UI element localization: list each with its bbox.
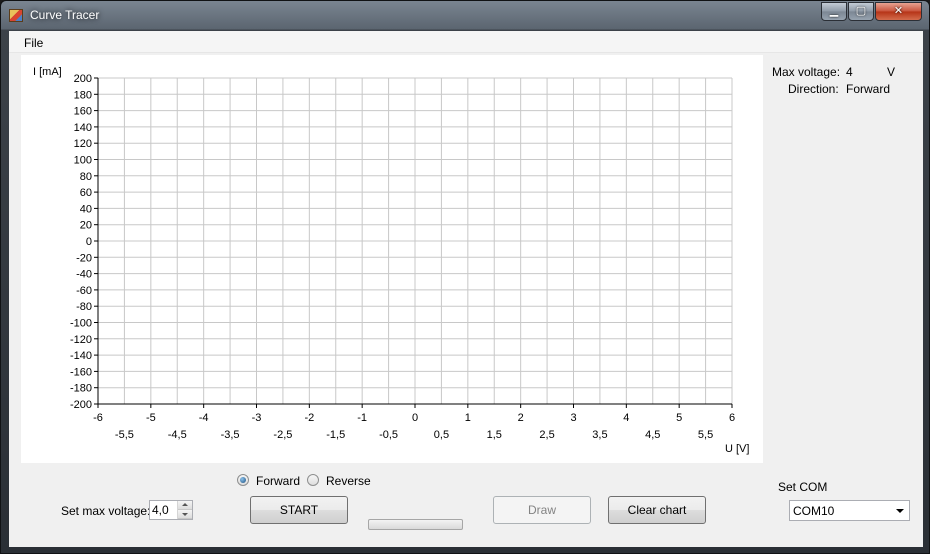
window-title: Curve Tracer — [30, 8, 100, 22]
x-tick-label-minor: -4,5 — [168, 429, 187, 441]
x-tick-label: -5 — [146, 412, 156, 424]
maximize-icon: ▢ — [855, 5, 867, 17]
com-port-value: COM10 — [793, 504, 835, 518]
direction-value: Forward — [846, 82, 891, 96]
set-max-voltage-label: Set max voltage: — [61, 504, 151, 518]
y-tick-label: -60 — [76, 285, 92, 297]
x-tick-label-minor: 0,5 — [434, 429, 449, 441]
com-port-select[interactable]: COM10 — [789, 500, 910, 521]
x-tick-label: 4 — [623, 412, 629, 424]
y-tick-label: -160 — [70, 366, 92, 378]
set-com-label: Set COM — [778, 480, 828, 494]
x-tick-label-minor: -5,5 — [115, 429, 134, 441]
y-tick-label: 20 — [80, 220, 92, 232]
info-panel: Max voltage: 4 V Direction: Forward — [763, 55, 923, 463]
y-tick-label: -40 — [76, 269, 92, 281]
y-tick-label: 60 — [80, 187, 92, 199]
stepper-buttons — [177, 501, 192, 519]
direction-label: Direction: — [788, 82, 839, 96]
progress-bar — [368, 519, 463, 530]
stepper-down-icon[interactable] — [178, 510, 192, 519]
chart-area[interactable]: 200 180 160 140 120 100 80 60 40 20 0 -20 -40 -60 -80-… — [21, 55, 763, 463]
x-tick-label: 3 — [570, 412, 576, 424]
forward-radio[interactable] — [237, 474, 249, 486]
y-axis-label: I [mA] — [33, 66, 62, 78]
app-icon — [9, 9, 23, 22]
forward-label[interactable]: Forward — [256, 474, 300, 488]
iv-chart: 200180160140120100806040200-20-40-60-80-… — [33, 66, 749, 455]
x-tick-label-minor: 3,5 — [592, 429, 607, 441]
x-tick-label-minor: 4,5 — [645, 429, 660, 441]
y-tick-label: 80 — [80, 171, 92, 183]
y-tick-label: -100 — [70, 318, 92, 330]
y-tick-label: -180 — [70, 383, 92, 395]
x-tick-label: 5 — [676, 412, 682, 424]
y-tick-label: 100 — [74, 155, 92, 167]
maximize-button[interactable]: ▢ — [848, 2, 874, 21]
x-axis-label: U [V] — [725, 443, 749, 455]
x-tick-label: 0 — [412, 412, 418, 424]
x-tick-label-minor: 2,5 — [539, 429, 554, 441]
y-tick-label: -120 — [70, 334, 92, 346]
y-tick-label: -140 — [70, 350, 92, 362]
draw-button[interactable]: Draw — [493, 496, 591, 524]
x-tick-label: 1 — [465, 412, 471, 424]
reverse-label[interactable]: Reverse — [326, 474, 371, 488]
menu-bar: File — [9, 31, 923, 53]
x-tick-label: 2 — [518, 412, 524, 424]
max-voltage-stepper[interactable]: 4,0 — [149, 500, 193, 520]
x-tick-label-minor: -2,5 — [273, 429, 292, 441]
max-voltage-unit: V — [887, 65, 896, 79]
max-voltage-value: 4 — [846, 65, 853, 79]
stepper-up-icon[interactable] — [178, 501, 192, 510]
title-bar[interactable]: Curve Tracer ▁ ▢ ✕ — [1, 1, 929, 30]
y-tick-label: 120 — [74, 138, 92, 150]
x-tick-label-minor: -3,5 — [221, 429, 240, 441]
x-tick-label: -4 — [199, 412, 209, 424]
close-icon: ✕ — [893, 5, 904, 17]
max-voltage-input[interactable]: 4,0 — [152, 503, 169, 517]
y-tick-label: 40 — [80, 203, 92, 215]
reverse-radio[interactable] — [307, 474, 319, 486]
minimize-button[interactable]: ▁ — [821, 2, 847, 21]
y-tick-label: 140 — [74, 122, 92, 134]
x-tick-label-minor: 5,5 — [698, 429, 713, 441]
max-voltage-label: Max voltage: — [772, 65, 841, 79]
y-tick-label: 0 — [86, 236, 92, 248]
y-tick-label: -200 — [70, 399, 92, 411]
y-tick-label: -20 — [76, 252, 92, 264]
menu-file[interactable]: File — [24, 36, 43, 50]
clear-chart-button[interactable]: Clear chart — [608, 496, 706, 524]
x-tick-label-minor: -1,5 — [326, 429, 345, 441]
y-tick-label: 180 — [74, 89, 92, 101]
x-tick-label: -1 — [357, 412, 367, 424]
chevron-down-icon — [896, 509, 904, 513]
x-tick-label: -3 — [252, 412, 262, 424]
y-tick-label: 160 — [74, 106, 92, 118]
minimize-icon: ▁ — [829, 5, 839, 17]
y-tick-label: -80 — [76, 301, 92, 313]
x-tick-label: -6 — [93, 412, 103, 424]
y-tick-label: 200 — [74, 73, 92, 85]
x-tick-label-minor: 1,5 — [487, 429, 502, 441]
x-tick-label-minor: -0,5 — [379, 429, 398, 441]
x-tick-label: -2 — [304, 412, 314, 424]
main-window: Curve Tracer ▁ ▢ ✕ File 200 180 160 140 120 1… — [0, 0, 930, 554]
x-tick-label: 6 — [729, 412, 735, 424]
client-area: File 200 180 160 140 120 100 80 60 40 20 0 -20 -40 -6… — [9, 31, 923, 547]
close-button[interactable]: ✕ — [875, 2, 922, 21]
start-button[interactable]: START — [250, 496, 348, 524]
